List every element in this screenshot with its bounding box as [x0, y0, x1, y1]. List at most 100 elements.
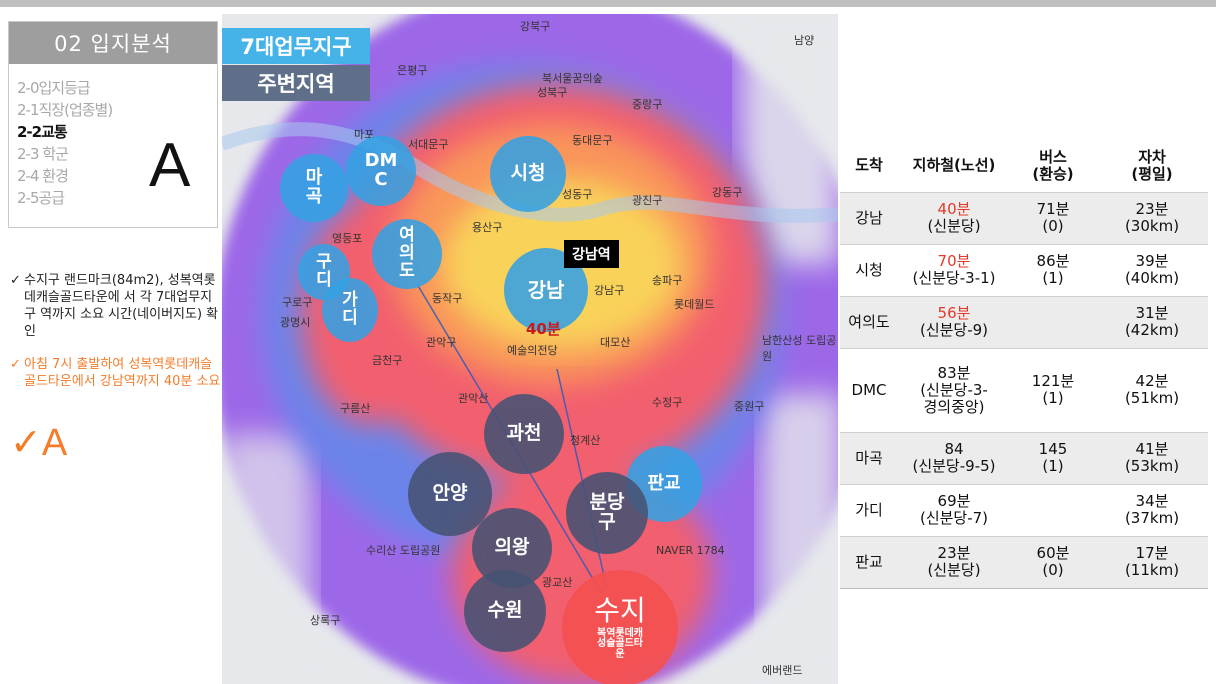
section-header: 02 입지분석 [9, 22, 217, 64]
place-label: 광교산 [542, 576, 573, 589]
table-row: DMC 83분 (신분당-3- 경의중앙) 121분 (1) 42분 (51km) [840, 347, 1208, 432]
place-label: 성동구 [562, 188, 593, 201]
cell-subway: 56분 (신분당-9) [898, 295, 1010, 348]
section-item[interactable]: 2-1직장(업종별) [17, 99, 113, 121]
subway-time: 56분 [937, 304, 971, 322]
district-bubble-dmc[interactable]: DM C [346, 136, 416, 206]
subway-time: 83분 [937, 363, 971, 382]
col-header-car: 자차 (평일) [1131, 147, 1173, 183]
cell-subway: 70분 (신분당-3-1) [898, 243, 1010, 296]
place-label: 관악구 [426, 336, 457, 349]
district-bubble-suji[interactable]: 수지 복역롯데캐 성슬골드타 운 [562, 570, 678, 684]
place-label: 롯데월드 [674, 298, 715, 311]
section-item[interactable]: 2-4 환경 [17, 165, 112, 187]
cell-destination: DMC [840, 347, 898, 432]
place-label: 상록구 [310, 614, 341, 627]
table-row: 가디 69분 (신분당-7) 34분 (37km) [840, 483, 1208, 536]
cell-car: 17분 (11km) [1096, 535, 1208, 589]
subway-time: 40분 [937, 200, 971, 218]
cell-bus: 86분 (1) [1010, 243, 1096, 296]
section-item[interactable]: 2-3 학군 [17, 143, 112, 165]
legend-business-districts: 7대업무지구 [222, 28, 370, 64]
cell-car: 39분 (40km) [1096, 243, 1208, 296]
table-row: 마곡 84 (신분당-9-5) 145 (1) 41분 (53km) [840, 431, 1208, 484]
cell-destination: 가디 [840, 483, 898, 536]
place-label: 중원구 [734, 400, 765, 413]
place-label: 광명시 [280, 316, 311, 329]
place-label: 은평구 [397, 64, 428, 77]
subway-route: (신분당-3- 경의중앙) [920, 380, 988, 416]
district-bubble-suwon[interactable]: 수원 [464, 570, 546, 652]
cell-car: 34분 (37km) [1096, 483, 1208, 536]
section-item-current[interactable]: 2-2교통 [17, 121, 112, 143]
commute-heatmap[interactable]: 7대업무지구 주변지역 강북구 은평구 성북구 중랑구 서대문구 동대문구 성동… [222, 14, 838, 684]
place-label: 금천구 [372, 354, 403, 367]
cell-subway: 84 (신분당-9-5) [898, 431, 1010, 484]
place-label: 성북구 [537, 86, 568, 99]
place-label: 수정구 [652, 396, 683, 409]
cell-subway: 23분 (신분당) [898, 535, 1010, 589]
commute-table: 도착 지하철(노선) 버스 (환승) 자차 (평일) 강남 40분 (신분당) 71분… [840, 140, 1208, 589]
district-bubble-gadi[interactable]: 가 디 [322, 278, 378, 342]
subway-route: (신분당-9-5) [912, 457, 996, 475]
cell-subway: 69분 (신분당-7) [898, 483, 1010, 536]
place-label: 용산구 [472, 221, 503, 234]
table-row: 시청 70분 (신분당-3-1) 86분 (1) 39분 (40km) [840, 243, 1208, 296]
table-row: 강남 40분 (신분당) 71분 (0) 23분 (30km) [840, 191, 1208, 244]
district-bubble-gwacheon[interactable]: 과천 [484, 394, 564, 474]
cell-bus: 60분 (0) [1010, 535, 1096, 589]
subway-time: 69분 [937, 492, 971, 510]
col-header-bus: 버스 (환승) [1032, 147, 1074, 183]
subway-time: 84 [944, 440, 964, 458]
place-label: 에버랜드 [762, 664, 803, 677]
district-bubble-sicheong[interactable]: 시청 [490, 136, 566, 212]
cell-bus [1010, 295, 1096, 348]
place-label: 동작구 [432, 292, 463, 305]
district-bubble-bundang[interactable]: 분당 구 [566, 472, 648, 554]
top-bar [0, 0, 1216, 7]
cell-destination: 판교 [840, 535, 898, 589]
cell-subway: 83분 (신분당-3- 경의중앙) [898, 347, 1010, 432]
gangnam-station-tag: 강남역 [564, 240, 619, 268]
subway-route: (신분당-7) [919, 509, 989, 527]
place-label: 청계산 [570, 434, 601, 447]
subway-time: 70분 [937, 252, 971, 270]
cell-car: 31분 (42km) [1096, 295, 1208, 348]
cell-car: 23분 (30km) [1096, 191, 1208, 244]
place-label: 예술의전당 [507, 344, 558, 357]
section-item[interactable]: 2-5공급 [17, 187, 112, 209]
table-body: 강남 40분 (신분당) 71분 (0) 23분 (30km) 시청 70분 (신분당-3-1… [840, 191, 1208, 589]
district-bubble-magok[interactable]: 마 곡 [280, 154, 348, 222]
section-card: 02 입지분석 2-0입지등급 2-1직장(업종별) 2-2교통 2-3 학군 … [8, 21, 218, 228]
col-header-subway: 지하철(노선) [912, 156, 996, 175]
commute-time-tag: 40분 [526, 320, 561, 338]
subway-route: (신분당-3-1) [912, 269, 996, 287]
cell-destination: 여의도 [840, 295, 898, 348]
legend-nearby-areas: 주변지역 [222, 65, 370, 101]
place-label: NAVER 1784 [656, 544, 725, 557]
cell-bus: 145 (1) [1010, 431, 1096, 484]
cell-destination: 시청 [840, 243, 898, 296]
district-bubble-yeouido[interactable]: 여 의 도 [372, 219, 442, 289]
place-label: 남양 [794, 34, 815, 47]
cell-bus: 121분 (1) [1010, 347, 1096, 432]
place-label: 수리산 도립공원 [366, 544, 441, 557]
section-list: 2-0입지등급 2-1직장(업종별) 2-2교통 2-3 학군 2-4 환경 2… [17, 77, 113, 209]
place-label: 남한산성 도립공원 [762, 334, 837, 363]
cell-subway: 40분 (신분당) [898, 191, 1010, 244]
cell-destination: 강남 [840, 191, 898, 244]
place-label: 북서울꿈의숲 [542, 72, 603, 85]
grade-letter: A [149, 131, 191, 200]
table-row: 여의도 56분 (신분당-9) 31분 (42km) [840, 295, 1208, 348]
place-label: 강남구 [594, 284, 625, 297]
notes: 수지구 랜드마크(84m2), 성복역롯데캐슬골드타운에 서 각 7대업무지구 … [10, 272, 222, 406]
place-label: 구름산 [340, 402, 371, 415]
suji-sublabel: 복역롯데캐 성슬골드타 운 [597, 627, 643, 660]
subway-route: (신분당) [927, 217, 981, 235]
place-label: 대모산 [600, 336, 631, 349]
note-method: 수지구 랜드마크(84m2), 성복역롯데캐슬골드타운에 서 각 7대업무지구 … [10, 272, 222, 340]
subway-route: (신분당-9) [919, 321, 989, 339]
place-label: 동대문구 [572, 134, 613, 147]
cell-destination: 마곡 [840, 431, 898, 484]
section-item[interactable]: 2-0입지등급 [17, 77, 112, 99]
